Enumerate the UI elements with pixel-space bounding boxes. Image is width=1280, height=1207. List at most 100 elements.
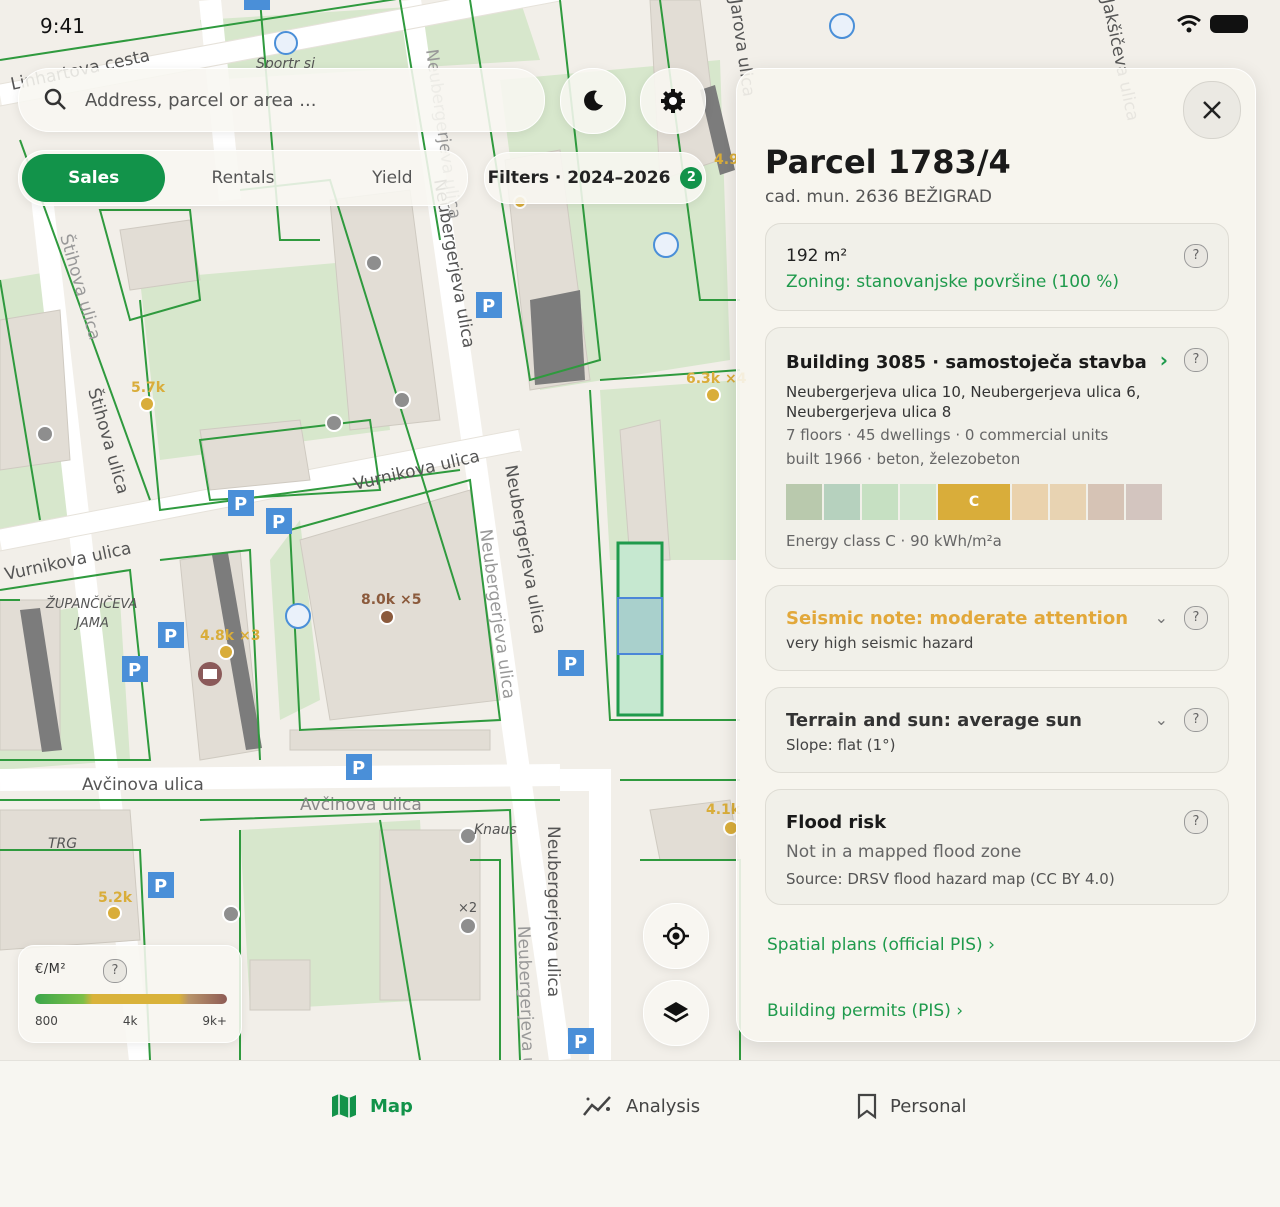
parcel-title: Parcel 1783/4 xyxy=(765,143,1011,181)
search-input[interactable] xyxy=(83,88,507,112)
help-button[interactable]: ? xyxy=(1184,708,1208,732)
svg-text:P: P xyxy=(164,626,177,647)
filters-count-badge: 2 xyxy=(680,167,703,189)
svg-text:Neubergerjeva ulica: Neubergerjeva ulica xyxy=(500,463,549,635)
price-marker-label: 5.7k xyxy=(131,380,166,396)
status-icons xyxy=(1176,14,1248,34)
bookmark-icon xyxy=(857,1093,877,1119)
help-button[interactable]: ? xyxy=(1184,810,1208,834)
flood-title: Flood risk xyxy=(786,812,887,833)
svg-text:P: P xyxy=(234,494,247,515)
svg-text:P: P xyxy=(482,296,495,317)
status-time: 9:41 xyxy=(40,14,85,38)
seismic-card[interactable]: Seismic note: moderate attention very hi… xyxy=(765,585,1229,671)
legend-color-scale xyxy=(35,994,227,1004)
building-card[interactable]: Building 3085 · samostoječa stavba › ? N… xyxy=(765,327,1229,569)
building-title: Building 3085 · samostoječa stavba xyxy=(786,352,1147,373)
search-bar[interactable] xyxy=(18,68,545,132)
chevron-down-icon: ⌄ xyxy=(1154,608,1168,627)
legend-tick: 4k xyxy=(122,1014,138,1028)
legend-tick: 800 xyxy=(35,1014,58,1028)
help-button[interactable]: ? xyxy=(1184,606,1208,630)
energy-band-current: C xyxy=(938,484,1010,520)
parcel-detail-panel: Parcel 1783/4 cad. mun. 2636 BEŽIGRAD 19… xyxy=(736,68,1256,1042)
spatial-plans-link[interactable]: Spatial plans (official PIS) › xyxy=(767,935,995,955)
energy-label: Energy class C · 90 kWh/m²a xyxy=(786,532,1002,550)
tab-label: Analysis xyxy=(626,1095,701,1117)
building-built: built 1966 · beton, železobeton xyxy=(786,450,1021,468)
tab-sales[interactable]: Sales xyxy=(22,154,166,202)
building-stats: 7 floors · 45 dwellings · 0 commercial u… xyxy=(786,426,1109,444)
svg-text:5.2k: 5.2k xyxy=(98,890,133,906)
mode-segmented-control: Sales Rentals Yield xyxy=(18,150,468,206)
legend-ticks: 800 4k 9k+ xyxy=(35,1014,227,1028)
moon-icon xyxy=(584,90,603,111)
svg-text:P: P xyxy=(564,654,577,675)
energy-band xyxy=(824,484,860,520)
svg-text:P: P xyxy=(128,660,141,681)
tab-label: Personal xyxy=(890,1095,967,1117)
layers-icon xyxy=(663,1002,689,1023)
terrain-card[interactable]: Terrain and sun: average sun Slope: flat… xyxy=(765,687,1229,773)
chevron-down-icon: ⌄ xyxy=(1154,710,1168,729)
svg-text:Štihova ulica: Štihova ulica xyxy=(83,385,134,496)
map-icon xyxy=(332,1094,356,1118)
analysis-icon xyxy=(583,1096,611,1116)
energy-band xyxy=(1050,484,1086,520)
energy-band xyxy=(786,484,822,520)
svg-text:×2: ×2 xyxy=(458,901,477,916)
svg-text:8.0k ×5: 8.0k ×5 xyxy=(361,592,421,608)
bottom-tab-bar: Map Analysis Personal xyxy=(0,1060,1280,1207)
svg-text:4.8k ×3: 4.8k ×3 xyxy=(200,628,260,644)
crosshair-icon xyxy=(663,923,689,949)
svg-text:P: P xyxy=(352,758,365,779)
tab-rentals[interactable]: Rentals xyxy=(171,154,314,202)
legend-help-button[interactable]: ? xyxy=(103,959,127,983)
area-card: 192 m² Zoning: stanovanjske površine (10… xyxy=(765,223,1229,311)
locate-button[interactable] xyxy=(643,903,709,969)
search-icon xyxy=(44,88,66,110)
flood-source: Source: DRSV flood hazard map (CC BY 4.0… xyxy=(786,870,1115,888)
energy-band xyxy=(862,484,898,520)
tab-analysis[interactable]: Analysis xyxy=(582,1093,700,1119)
svg-text:P: P xyxy=(272,512,285,533)
help-button[interactable]: ? xyxy=(1184,348,1208,372)
gear-icon xyxy=(661,89,685,113)
energy-band xyxy=(900,484,936,520)
settings-button[interactable] xyxy=(640,68,706,134)
zoning-text: Zoning: stanovanjske površine (100 %) xyxy=(786,272,1120,292)
help-button[interactable]: ? xyxy=(1184,244,1208,268)
filters-button[interactable]: Filters · 2024–2026 2 xyxy=(484,152,706,204)
flood-card: Flood risk Not in a mapped flood zone So… xyxy=(765,789,1229,905)
tab-yield[interactable]: Yield xyxy=(321,154,464,202)
close-icon xyxy=(1203,101,1221,119)
battery-icon xyxy=(1210,15,1248,33)
energy-class-scale: C xyxy=(786,484,1162,520)
energy-band xyxy=(1126,484,1162,520)
svg-text:TRG: TRG xyxy=(48,836,77,852)
parcel-area: 192 m² xyxy=(786,246,848,266)
building-permits-link[interactable]: Building permits (PIS) › xyxy=(767,1001,963,1021)
svg-text:Avčinova ulica: Avčinova ulica xyxy=(300,795,422,815)
status-bar: 9:41 xyxy=(0,0,1280,52)
legend-title: €/M² xyxy=(35,962,67,977)
svg-text:Neubergerjeva ulica: Neubergerjeva ulica xyxy=(543,826,563,997)
energy-band xyxy=(1012,484,1048,520)
layers-button[interactable] xyxy=(643,980,709,1046)
dark-mode-button[interactable] xyxy=(560,68,626,134)
svg-text:P: P xyxy=(154,876,167,897)
tab-personal[interactable]: Personal xyxy=(856,1093,967,1119)
terrain-detail: Slope: flat (1°) xyxy=(786,736,896,754)
svg-text:ŽUPANČIČEVA: ŽUPANČIČEVA xyxy=(45,596,137,612)
seismic-title: Seismic note: moderate attention xyxy=(786,608,1129,629)
parcel-subtitle: cad. mun. 2636 BEŽIGRAD xyxy=(765,187,993,207)
tab-label: Map xyxy=(370,1095,413,1117)
close-button[interactable] xyxy=(1183,81,1241,139)
tab-map[interactable]: Map xyxy=(330,1093,413,1119)
svg-text:Knaus: Knaus xyxy=(474,822,517,838)
legend-tick: 9k+ xyxy=(202,1014,227,1028)
flood-detail: Not in a mapped flood zone xyxy=(786,842,1022,862)
chevron-right-icon: › xyxy=(1159,348,1168,372)
filters-label: Filters · 2024–2026 xyxy=(487,168,671,188)
svg-text:Avčinova ulica: Avčinova ulica xyxy=(82,775,204,795)
